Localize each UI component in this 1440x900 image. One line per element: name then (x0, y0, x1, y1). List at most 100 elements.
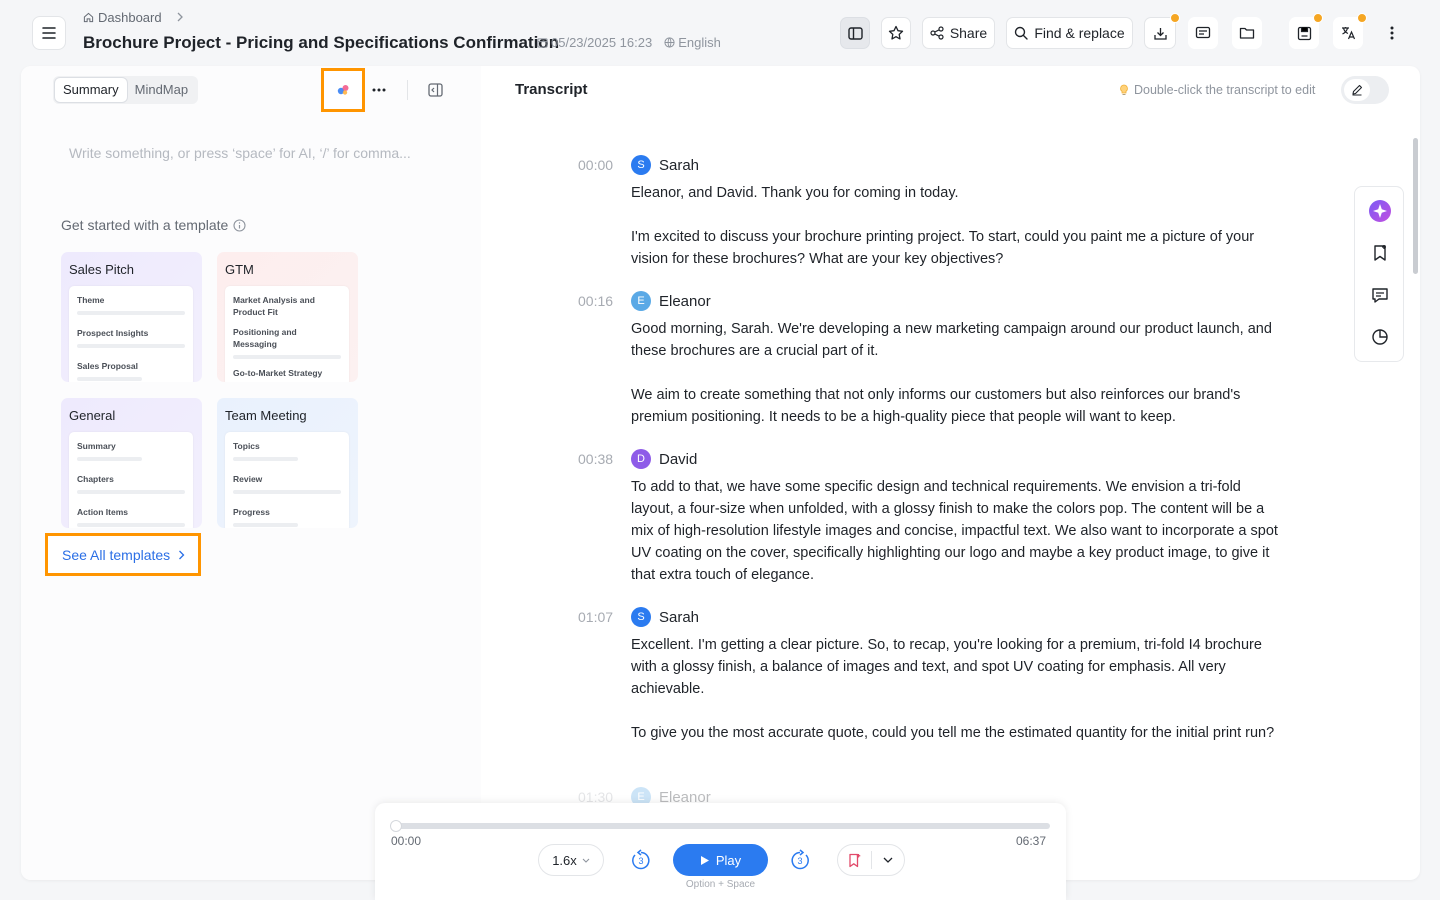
menu-button[interactable] (32, 16, 66, 50)
template-preview: Theme Prospect Insights Sales Proposal (69, 286, 193, 382)
chevron-right-icon (179, 550, 185, 559)
lightbulb-icon (1120, 84, 1128, 95)
side-toolbar (1354, 186, 1404, 362)
collapse-panel-button[interactable] (425, 80, 445, 100)
tab-mindmap[interactable]: MindMap (127, 78, 196, 102)
subtitle-button[interactable] (1188, 17, 1218, 49)
layout-toggle-button[interactable] (840, 17, 870, 49)
segment-time[interactable]: 00:38 (578, 451, 631, 467)
bookmark-options-button[interactable] (871, 845, 904, 875)
view-tabs: Summary MindMap (53, 76, 199, 104)
calendar-icon (537, 38, 548, 48)
pencil-icon (1352, 84, 1363, 96)
avatar: E (631, 291, 651, 311)
find-replace-button[interactable]: Find & replace (1006, 17, 1133, 49)
bookmark-button[interactable] (838, 845, 871, 875)
segment-time[interactable]: 00:00 (578, 157, 631, 173)
template-preview: Market Analysis and Product Fit Position… (225, 286, 349, 382)
ai-star-icon (1369, 200, 1391, 222)
transcript-title: Transcript (515, 81, 588, 98)
progress-thumb[interactable] (390, 820, 402, 832)
breadcrumb-dashboard[interactable]: Dashboard (98, 10, 162, 25)
notification-dot (1170, 13, 1180, 23)
notification-dot (1313, 13, 1323, 23)
transcript-paragraph[interactable]: I'm excited to discuss your brochure pri… (631, 226, 1278, 270)
comment-icon (1372, 288, 1388, 303)
template-card-team-meeting[interactable]: Team Meeting Topics Review Progress (217, 398, 358, 528)
segment-time[interactable]: 00:16 (578, 293, 631, 309)
notification-dot (1357, 13, 1367, 23)
folder-icon (1239, 27, 1255, 39)
template-card-general[interactable]: General Summary Chapters Action Items (61, 398, 202, 528)
more-actions-button[interactable] (369, 80, 389, 100)
duration: 06:37 (1016, 834, 1047, 848)
caption-icon (1195, 26, 1211, 39)
progress-bar[interactable] (390, 820, 1050, 832)
bookmark-add-button[interactable] (1368, 241, 1392, 265)
template-card-sales-pitch[interactable]: Sales Pitch Theme Prospect Insights Sale… (61, 252, 202, 382)
skip-forward-button[interactable]: 3 (788, 848, 812, 872)
see-all-templates-link[interactable]: See All templates (45, 533, 201, 576)
svg-text:3: 3 (638, 856, 643, 866)
more-options-button[interactable] (1384, 22, 1400, 44)
transcript-paragraph[interactable]: Excellent. I'm getting a clear picture. … (631, 634, 1278, 700)
speaker-name[interactable]: Sarah (659, 609, 699, 626)
transcript-paragraph[interactable]: To give you the most accurate quote, cou… (631, 722, 1278, 744)
more-vertical-icon (1390, 26, 1394, 40)
audio-player: 00:00 06:37 1.6x 3 Play Option + Space 3 (375, 803, 1066, 900)
template-preview: Topics Review Progress (225, 432, 349, 528)
current-time: 00:00 (391, 834, 422, 848)
language[interactable]: English (664, 35, 721, 50)
transcript-paragraph[interactable]: Good morning, Sarah. We're developing a … (631, 318, 1278, 362)
ai-chat-button[interactable] (1368, 199, 1392, 223)
skip-back-button[interactable]: 3 (629, 848, 653, 872)
avatar: D (631, 449, 651, 469)
transcript-segment: 00:16 E Eleanor Good morning, Sarah. We'… (578, 290, 1278, 428)
divider (407, 80, 408, 100)
fast-forward-icon: 3 (791, 849, 809, 870)
transcript-segment: 01:07 S Sarah Excellent. I'm getting a c… (578, 606, 1278, 744)
playback-speed-select[interactable]: 1.6x (538, 844, 604, 876)
template-preview: Summary Chapters Action Items (69, 432, 193, 528)
transcript-paragraph[interactable]: To add to that, we have some specific de… (631, 476, 1278, 586)
favorite-button[interactable] (881, 17, 911, 49)
template-card-gtm[interactable]: GTM Market Analysis and Product Fit Posi… (217, 252, 358, 382)
hamburger-icon (42, 27, 56, 39)
play-button[interactable]: Play (673, 844, 768, 876)
analytics-button[interactable] (1368, 325, 1392, 349)
info-icon[interactable] (233, 218, 246, 232)
ai-sparkle-icon (337, 85, 349, 95)
transcript-segment: 00:00 S Sarah Eleanor, and David. Thank … (578, 154, 1278, 270)
bookmark-plus-icon (1374, 245, 1386, 261)
header: Dashboard Brochure Project - Pricing and… (0, 0, 1440, 66)
home-icon (83, 12, 94, 23)
segment-time[interactable]: 01:07 (578, 609, 631, 625)
chevron-down-icon (883, 857, 893, 863)
ai-assistant-button[interactable] (321, 68, 365, 112)
translate-button[interactable] (1333, 13, 1367, 49)
folder-button[interactable] (1232, 17, 1262, 49)
transcript-paragraph[interactable]: Eleanor, and David. Thank you for coming… (631, 182, 1278, 204)
save-button[interactable] (1289, 13, 1323, 49)
speaker-name[interactable]: David (659, 451, 697, 468)
speaker-name[interactable]: Eleanor (659, 293, 711, 310)
transcript-paragraph[interactable]: We aim to create something that not only… (631, 384, 1278, 428)
breadcrumb: Dashboard (83, 10, 184, 25)
templates-heading: Get started with a template (61, 217, 246, 233)
bookmark-plus-icon (849, 853, 860, 867)
datetime: 05/23/2025 16:23 (537, 35, 652, 50)
tab-summary[interactable]: Summary (55, 78, 127, 102)
summary-panel: Summary MindMap Write something, or pres… (21, 66, 481, 880)
rewind-icon: 3 (632, 849, 650, 870)
avatar: S (631, 155, 651, 175)
export-button[interactable] (1144, 13, 1180, 49)
star-icon (888, 25, 904, 40)
share-button[interactable]: Share (922, 17, 995, 49)
play-shortcut-hint: Option + Space (685, 879, 756, 890)
speaker-name[interactable]: Sarah (659, 157, 699, 174)
globe-icon (664, 37, 675, 48)
scrollbar[interactable] (1413, 138, 1418, 274)
comments-button[interactable] (1368, 283, 1392, 307)
summary-editor[interactable]: Write something, or press ‘space’ for AI… (69, 145, 411, 161)
edit-mode-toggle[interactable] (1341, 76, 1389, 104)
